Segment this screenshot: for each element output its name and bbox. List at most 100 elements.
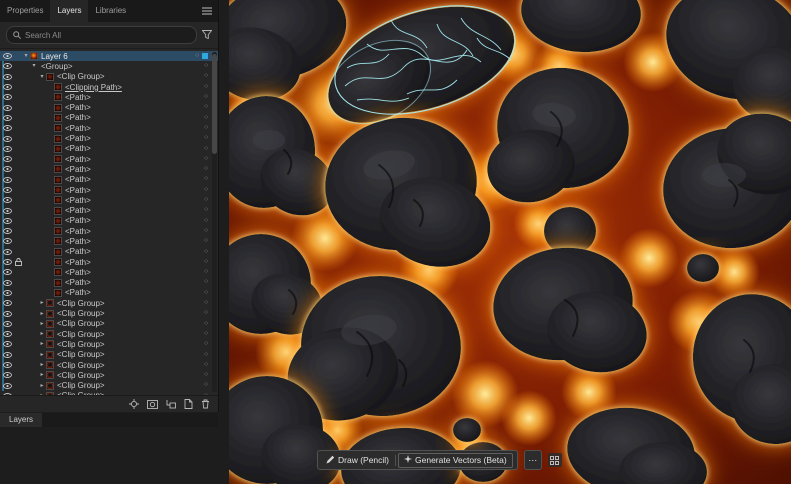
target-circle-icon[interactable]: ○ bbox=[204, 104, 208, 111]
target-circle-icon[interactable]: ○ bbox=[204, 176, 208, 183]
visibility-eye-icon[interactable] bbox=[0, 372, 14, 379]
layer-row[interactable]: ▸ <Clip Group> ○ bbox=[0, 329, 218, 339]
target-circle-icon[interactable]: ○ bbox=[204, 341, 208, 348]
layer-row[interactable]: <Path> ○ bbox=[0, 113, 218, 123]
layer-row[interactable]: ▸ <Clip Group> ○ bbox=[0, 298, 218, 308]
target-circle-icon[interactable]: ○ bbox=[204, 392, 208, 395]
generate-vectors-button[interactable]: Generate Vectors (Beta) bbox=[398, 452, 513, 468]
layer-row[interactable]: <Path> ○ bbox=[0, 175, 218, 185]
visibility-eye-icon[interactable] bbox=[0, 320, 14, 327]
layer-row[interactable]: <Path> ○ bbox=[0, 154, 218, 164]
visibility-eye-icon[interactable] bbox=[0, 207, 14, 214]
locate-object-icon[interactable] bbox=[129, 399, 139, 409]
expand-chevron-icon[interactable]: ▸ bbox=[38, 352, 46, 358]
visibility-eye-icon[interactable] bbox=[0, 135, 14, 142]
visibility-eye-icon[interactable] bbox=[0, 53, 14, 60]
target-circle-icon[interactable]: ○ bbox=[204, 63, 208, 70]
docked-panel-tab-layers[interactable]: Layers bbox=[0, 413, 43, 427]
expand-chevron-icon[interactable]: ▸ bbox=[38, 372, 46, 378]
tab-libraries[interactable]: Libraries bbox=[88, 0, 133, 22]
layer-row[interactable]: <Path> ○ bbox=[0, 205, 218, 215]
visibility-eye-icon[interactable] bbox=[0, 114, 14, 121]
visibility-eye-icon[interactable] bbox=[0, 176, 14, 183]
artboard-canvas[interactable]: Draw (Pencil) Generate Vectors (Beta) ⋯ bbox=[229, 0, 791, 484]
expand-chevron-icon[interactable]: ▾ bbox=[30, 63, 38, 69]
visibility-eye-icon[interactable] bbox=[0, 217, 14, 224]
target-circle-icon[interactable]: ○ bbox=[204, 217, 208, 225]
target-circle-icon[interactable]: ○ bbox=[204, 258, 208, 266]
expand-chevron-icon[interactable]: ▸ bbox=[38, 362, 46, 368]
visibility-eye-icon[interactable] bbox=[0, 84, 14, 90]
visibility-eye-icon[interactable] bbox=[0, 238, 14, 245]
visibility-eye-icon[interactable] bbox=[0, 73, 14, 80]
layer-row[interactable]: <Path> ○ bbox=[0, 144, 218, 154]
layer-row[interactable]: ▸ <Clip Group> ○ bbox=[0, 391, 218, 395]
visibility-eye-icon[interactable] bbox=[0, 269, 14, 276]
search-input[interactable] bbox=[25, 30, 190, 40]
layer-row[interactable]: <Path> ○ bbox=[0, 185, 218, 195]
visibility-eye-icon[interactable] bbox=[0, 351, 14, 358]
expand-chevron-icon[interactable]: ▸ bbox=[38, 383, 46, 389]
target-circle-icon[interactable]: ○ bbox=[195, 52, 199, 60]
target-circle-icon[interactable]: ○ bbox=[204, 299, 208, 307]
expand-chevron-icon[interactable]: ▸ bbox=[38, 331, 46, 337]
expand-chevron-icon[interactable]: ▸ bbox=[38, 300, 46, 306]
expand-chevron-icon[interactable]: ▸ bbox=[38, 341, 46, 347]
layer-row[interactable]: <Path> ○ bbox=[0, 133, 218, 143]
target-circle-icon[interactable]: ○ bbox=[204, 145, 208, 153]
target-circle-icon[interactable]: ○ bbox=[204, 351, 208, 359]
expand-chevron-icon[interactable]: ▸ bbox=[38, 311, 46, 317]
target-circle-icon[interactable]: ○ bbox=[204, 73, 208, 80]
target-circle-icon[interactable]: ○ bbox=[204, 124, 208, 132]
delete-icon[interactable] bbox=[201, 399, 210, 409]
target-circle-icon[interactable]: ○ bbox=[204, 372, 208, 379]
visibility-eye-icon[interactable] bbox=[0, 156, 14, 163]
visibility-eye-icon[interactable] bbox=[0, 300, 14, 307]
visibility-eye-icon[interactable] bbox=[0, 125, 14, 132]
layer-row[interactable]: <Path> ○ bbox=[0, 92, 218, 102]
more-options-button[interactable]: ⋯ bbox=[523, 450, 542, 470]
target-circle-icon[interactable]: ○ bbox=[204, 166, 208, 173]
new-layer-icon[interactable] bbox=[184, 399, 193, 409]
scrollbar-thumb[interactable] bbox=[212, 54, 217, 154]
visibility-eye-icon[interactable] bbox=[0, 187, 14, 193]
layer-row[interactable]: ▸ <Clip Group> ○ bbox=[0, 308, 218, 318]
layer-row[interactable]: <Path> ○ bbox=[0, 216, 218, 226]
target-circle-icon[interactable]: ○ bbox=[204, 382, 208, 389]
draw-pencil-button[interactable]: Draw (Pencil) bbox=[320, 451, 395, 469]
tab-properties[interactable]: Properties bbox=[0, 0, 50, 22]
layer-row[interactable]: ▸ <Clip Group> ○ bbox=[0, 381, 218, 391]
layer-row[interactable]: ▾ <Group> ○ bbox=[0, 61, 218, 71]
target-circle-icon[interactable]: ○ bbox=[204, 155, 208, 163]
visibility-eye-icon[interactable] bbox=[0, 248, 14, 255]
layer-row[interactable]: <Path> ○ bbox=[0, 195, 218, 205]
target-circle-icon[interactable]: ○ bbox=[204, 94, 208, 101]
layer-row[interactable]: ▸ <Clip Group> ○ bbox=[0, 360, 218, 370]
visibility-eye-icon[interactable] bbox=[0, 259, 14, 266]
layer-row[interactable]: <Clipping Path> ○ bbox=[0, 82, 218, 92]
layer-row[interactable]: ▾ Layer 6 ○ bbox=[0, 51, 218, 62]
layer-row[interactable]: <Path> ○ bbox=[0, 226, 218, 236]
lock-icon[interactable] bbox=[14, 258, 22, 267]
tab-layers[interactable]: Layers bbox=[50, 0, 89, 22]
layer-row[interactable]: <Path> ○ bbox=[0, 278, 218, 288]
target-circle-icon[interactable]: ○ bbox=[204, 269, 208, 276]
layer-row[interactable]: <Path> ○ bbox=[0, 267, 218, 277]
target-circle-icon[interactable]: ○ bbox=[204, 361, 208, 369]
make-clip-mask-icon[interactable] bbox=[147, 399, 158, 409]
visibility-eye-icon[interactable] bbox=[0, 197, 14, 204]
target-circle-icon[interactable]: ○ bbox=[204, 238, 208, 245]
visibility-eye-icon[interactable] bbox=[0, 228, 14, 235]
layer-row[interactable]: <Path> ○ bbox=[0, 123, 218, 133]
visibility-eye-icon[interactable] bbox=[0, 341, 14, 348]
visibility-eye-icon[interactable] bbox=[0, 279, 14, 286]
panel-menu-icon[interactable] bbox=[202, 7, 218, 15]
layer-row[interactable]: ▸ <Clip Group> ○ bbox=[0, 350, 218, 360]
target-circle-icon[interactable]: ○ bbox=[204, 330, 208, 338]
target-circle-icon[interactable]: ○ bbox=[204, 279, 208, 286]
target-circle-icon[interactable]: ○ bbox=[204, 310, 208, 317]
panel-scrollbar[interactable] bbox=[212, 52, 217, 392]
layer-row[interactable]: <Path> ○ bbox=[0, 247, 218, 257]
target-circle-icon[interactable]: ○ bbox=[204, 114, 208, 122]
visibility-eye-icon[interactable] bbox=[0, 382, 14, 389]
